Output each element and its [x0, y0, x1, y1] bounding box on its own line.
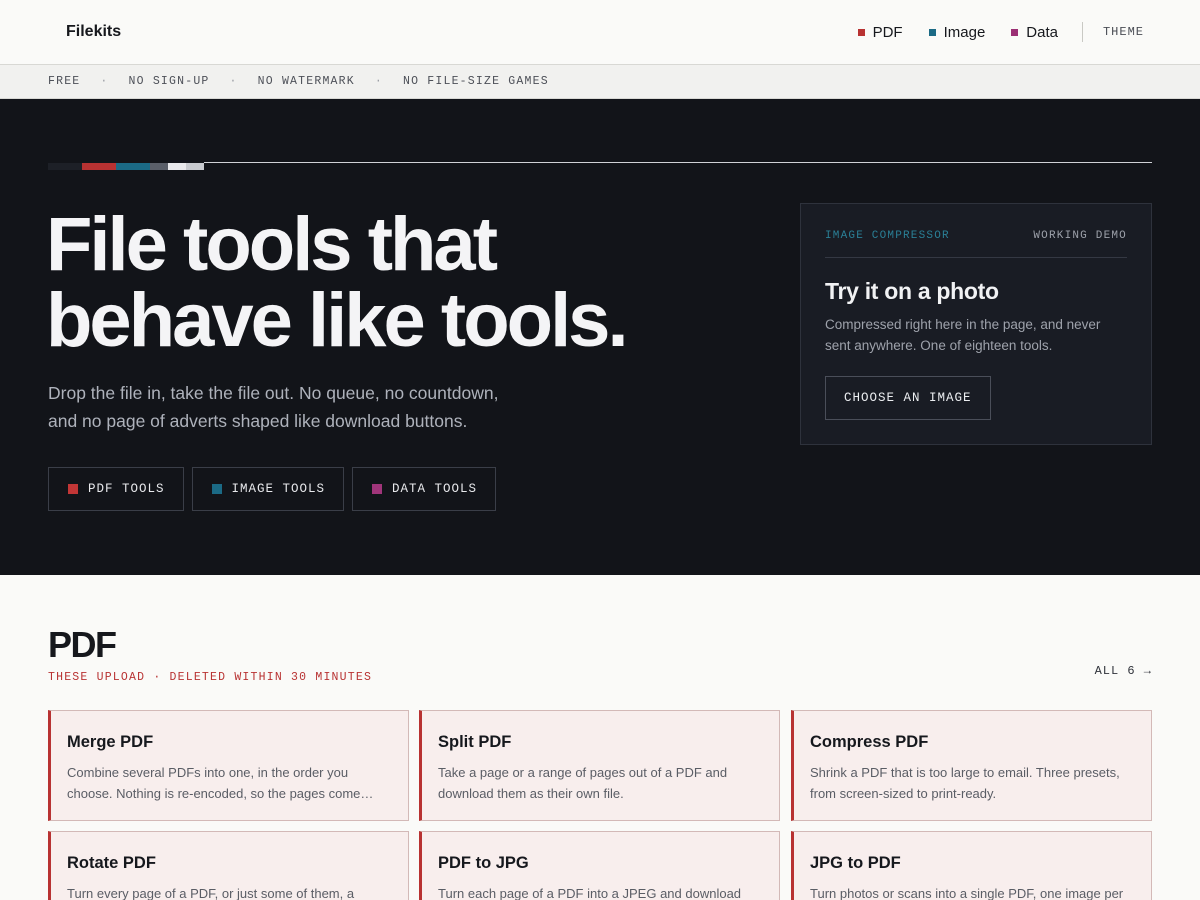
card-description: Turn each page of a PDF into a JPEG and … — [438, 886, 742, 900]
separator: · — [374, 75, 383, 88]
button-label: PDF TOOLS — [88, 482, 165, 496]
hero-subtitle-line: Drop the file in, take the file out. No … — [48, 383, 499, 403]
nav-link-label: PDF — [872, 23, 903, 41]
choose-image-button[interactable]: CHOOSE AN IMAGE — [825, 376, 991, 420]
tool-card-jpg-to-pdf[interactable]: JPG to PDF Turn photos or scans into a s… — [791, 831, 1152, 900]
brand-logo[interactable]: Filekits — [66, 23, 121, 41]
view-all-link[interactable]: ALL 6 → — [1095, 664, 1152, 678]
data-tools-button[interactable]: DATA TOOLS — [352, 467, 497, 511]
hero-button-group: PDF TOOLS IMAGE TOOLS DATA TOOLS — [48, 467, 504, 511]
card-description: Shrink a PDF that is too large to email.… — [810, 765, 1120, 801]
feature-item: NO WATERMARK — [257, 75, 355, 88]
site-header: Filekits PDF Image Data THEME — [0, 0, 1200, 65]
color-bar — [82, 163, 116, 170]
card-title: Merge PDF — [67, 733, 154, 751]
color-bar — [186, 163, 204, 170]
feature-item: NO SIGN-UP — [128, 75, 210, 88]
card-description: Combine several PDFs into one, in the or… — [67, 765, 374, 801]
nav-link-data[interactable]: Data — [1011, 24, 1058, 41]
image-tools-button[interactable]: IMAGE TOOLS — [191, 467, 345, 511]
demo-card-header: IMAGE COMPRESSOR WORKING DEMO — [825, 230, 1127, 242]
data-square-icon — [372, 484, 383, 494]
tool-card-pdf-to-jpg[interactable]: PDF to JPG Turn each page of a PDF into … — [419, 831, 780, 900]
color-bar — [168, 163, 186, 170]
theme-toggle-button[interactable]: THEME — [1103, 25, 1144, 39]
nav-link-label: Data — [1026, 23, 1058, 41]
demo-tool-label: IMAGE COMPRESSOR — [825, 230, 950, 242]
demo-description: Compressed right here in the page, and n… — [825, 317, 1101, 353]
feature-item: NO FILE-SIZE GAMES — [402, 75, 549, 88]
button-label: DATA TOOLS — [392, 482, 478, 496]
hero-subtitle: Drop the file in, take the file out. No … — [48, 379, 568, 435]
feature-strip: FREE · NO SIGN-UP · NO WATERMARK · NO FI… — [0, 65, 1200, 99]
demo-title: Try it on a photo — [825, 278, 999, 304]
hero-section: File tools that behave like tools. Drop … — [0, 99, 1200, 575]
tool-card-rotate-pdf[interactable]: Rotate PDF Turn every page of a PDF, or … — [48, 831, 409, 900]
separator: · — [229, 75, 238, 88]
section-subtitle: THESE UPLOAD · DELETED WITHIN 30 MINUTES — [48, 671, 373, 684]
main-nav: PDF Image Data THEME — [857, 0, 1200, 64]
card-title: Rotate PDF — [67, 854, 156, 872]
card-description: Turn every page of a PDF, or just some o… — [67, 886, 355, 900]
pdf-square-icon — [68, 484, 78, 494]
nav-divider — [1081, 22, 1083, 42]
demo-card: IMAGE COMPRESSOR WORKING DEMO Try it on … — [800, 203, 1152, 445]
card-title: Split PDF — [438, 733, 512, 751]
pdf-color-dot-icon — [857, 28, 865, 36]
image-color-dot-icon — [928, 28, 936, 36]
card-description: Take a page or a range of pages out of a… — [438, 765, 728, 801]
card-description: Turn photos or scans into a single PDF, … — [810, 886, 1124, 900]
color-bar — [116, 163, 150, 170]
feature-item: FREE — [48, 75, 81, 88]
card-title: Compress PDF — [810, 733, 929, 751]
section-title: PDF — [48, 624, 117, 665]
tool-card-split-pdf[interactable]: Split PDF Take a page or a range of page… — [419, 710, 780, 821]
hero-title-line: File tools that — [46, 202, 498, 287]
button-label: IMAGE TOOLS — [231, 482, 326, 496]
nav-link-pdf[interactable]: PDF — [857, 23, 903, 41]
nav-link-image[interactable]: Image — [928, 23, 986, 41]
tool-card-compress-pdf[interactable]: Compress PDF Shrink a PDF that is too la… — [791, 710, 1152, 821]
hero-subtitle-line: and no page of adverts shaped like downl… — [48, 411, 468, 431]
hero-rule — [204, 162, 1152, 163]
nav-link-label: Image — [943, 23, 986, 41]
color-bar — [48, 163, 82, 170]
hero-title: File tools that behave like tools. — [46, 207, 746, 359]
divider — [825, 257, 1127, 258]
card-title: JPG to PDF — [810, 854, 901, 872]
card-title: PDF to JPG — [438, 854, 529, 872]
hero-title-line: behave like tools. — [46, 278, 629, 363]
data-color-dot-icon — [1011, 28, 1019, 36]
color-bar-strip — [48, 163, 204, 170]
tool-card-merge-pdf[interactable]: Merge PDF Combine several PDFs into one,… — [48, 710, 409, 821]
pdf-tools-button[interactable]: PDF TOOLS — [48, 467, 184, 511]
color-bar — [150, 163, 168, 170]
separator: · — [100, 75, 109, 88]
image-square-icon — [211, 484, 222, 494]
demo-status-label: WORKING DEMO — [1033, 230, 1127, 242]
